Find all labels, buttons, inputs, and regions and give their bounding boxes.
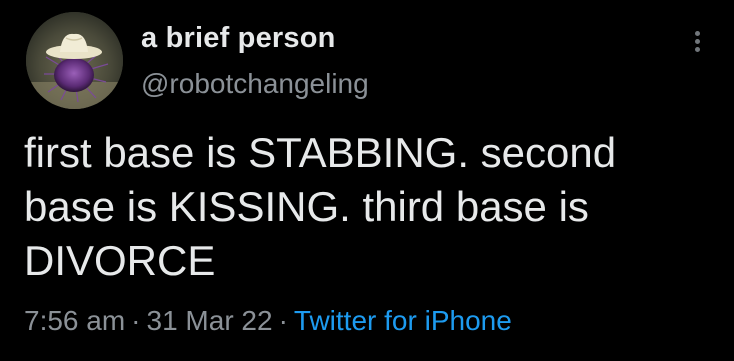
tweet-date[interactable]: 31 Mar 22	[147, 305, 273, 336]
tweet-text: first base is STABBING. second base is K…	[24, 126, 714, 288]
tweet-source-link[interactable]: Twitter for iPhone	[294, 305, 512, 336]
more-vertical-icon-dot	[695, 39, 700, 44]
tweet-card: a brief person @robotchangeling first ba…	[0, 0, 734, 361]
tweet-metadata: 7:56 am · 31 Mar 22 · Twitter for iPhone	[24, 305, 512, 337]
author-display-name[interactable]: a brief person	[141, 22, 336, 55]
tweet-text-line: first base is STABBING. second	[24, 129, 617, 176]
meta-separator: ·	[131, 305, 141, 336]
more-options-button[interactable]	[683, 26, 713, 56]
author-handle[interactable]: @robotchangeling	[141, 68, 369, 100]
tweet-text-line: DIVORCE	[24, 237, 216, 284]
tweet-time[interactable]: 7:56 am	[24, 305, 125, 336]
more-vertical-icon-dot	[695, 47, 700, 52]
avatar[interactable]	[26, 12, 123, 109]
tweet-text-line: base is KISSING. third base is	[24, 183, 589, 230]
cowboy-hat-sea-urchin-avatar-icon	[26, 12, 123, 109]
meta-separator: ·	[278, 305, 288, 336]
more-vertical-icon	[695, 31, 700, 36]
